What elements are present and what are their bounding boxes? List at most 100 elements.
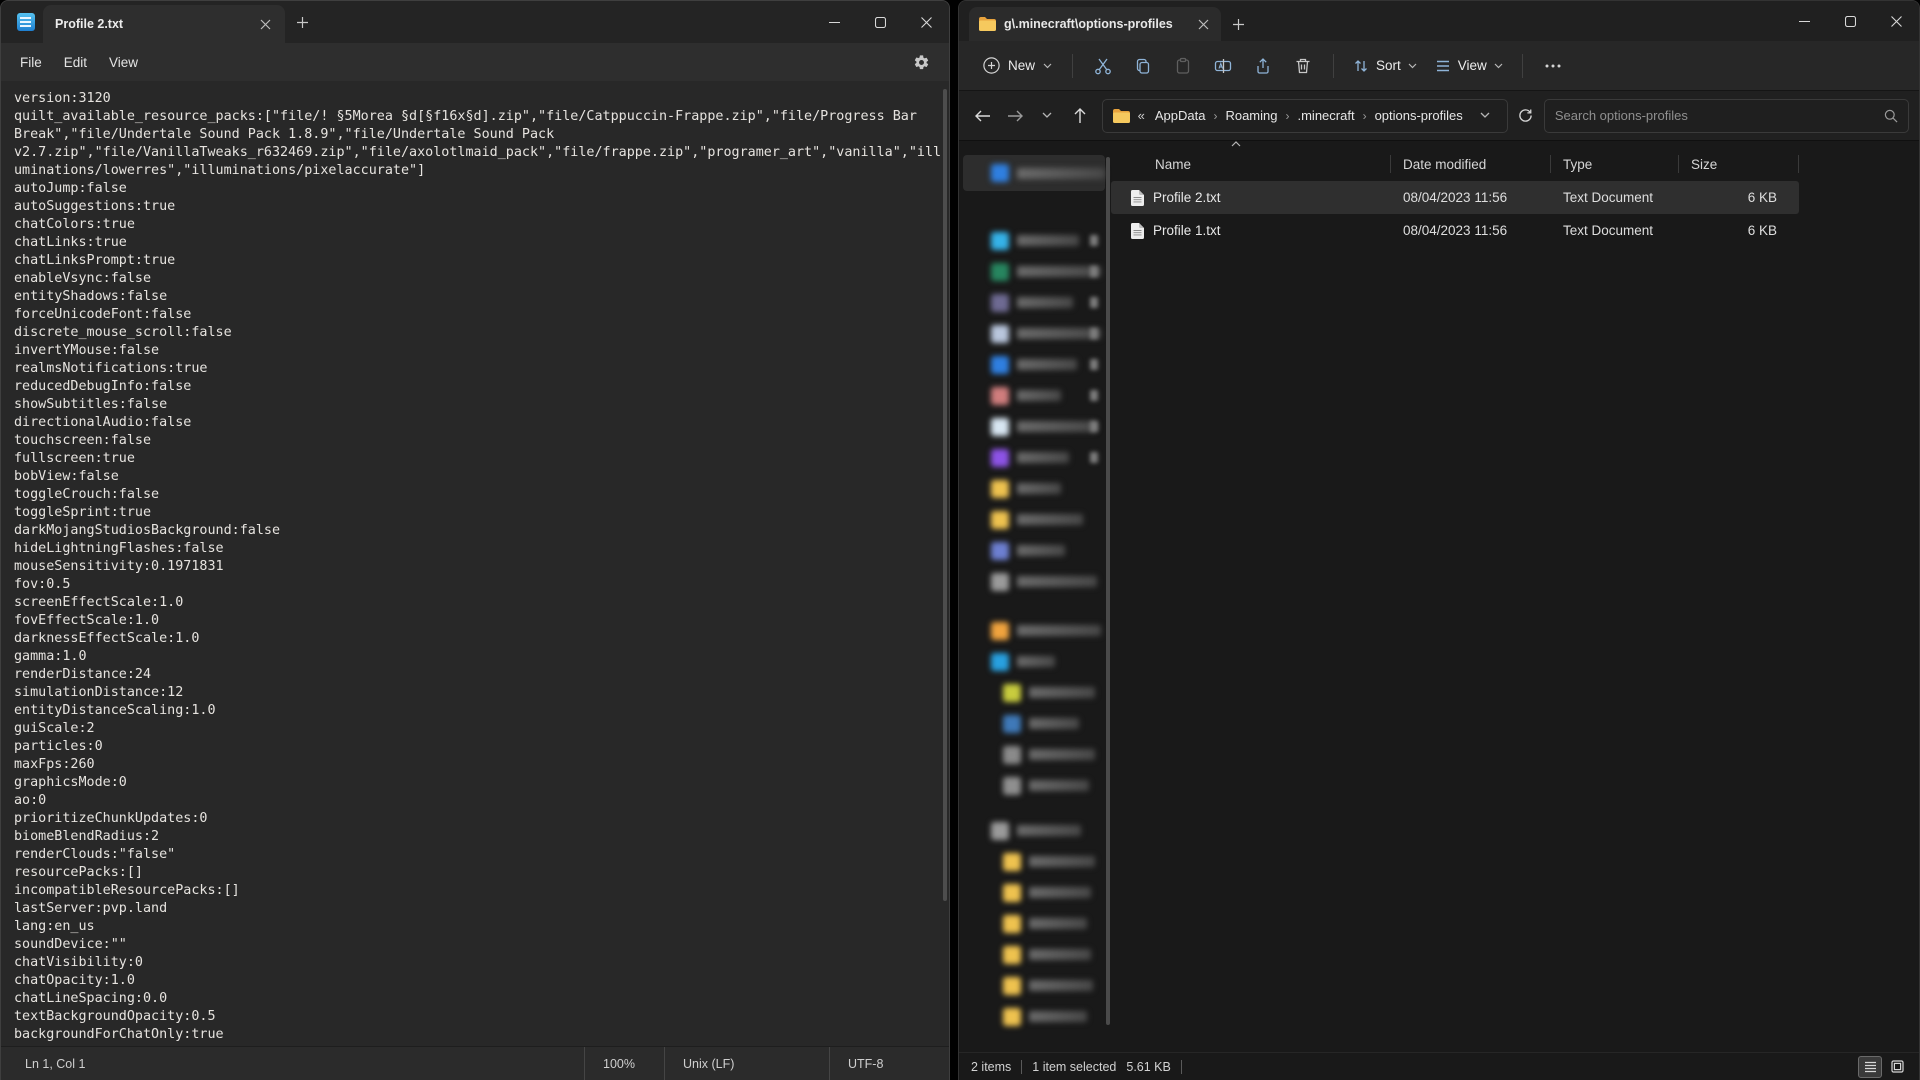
line-ending[interactable]: Unix (LF) bbox=[664, 1047, 829, 1080]
file-name: Profile 2.txt bbox=[1153, 190, 1221, 205]
sidebar-item[interactable] bbox=[959, 225, 1111, 256]
more-options-button[interactable] bbox=[1533, 48, 1573, 84]
sidebar-item-label-redacted bbox=[1017, 825, 1081, 836]
minimize-button[interactable] bbox=[1781, 1, 1827, 41]
minimize-button[interactable] bbox=[811, 1, 857, 43]
menu-view[interactable]: View bbox=[98, 49, 149, 76]
sidebar-item[interactable] bbox=[959, 504, 1111, 535]
sidebar-item[interactable] bbox=[959, 1001, 1111, 1032]
search-input[interactable] bbox=[1555, 108, 1884, 123]
sidebar-item[interactable] bbox=[959, 411, 1111, 442]
maximize-button[interactable] bbox=[857, 1, 903, 43]
sidebar-item-icon bbox=[1003, 715, 1021, 733]
up-button[interactable] bbox=[1065, 100, 1093, 132]
zoom-level[interactable]: 100% bbox=[584, 1047, 664, 1080]
sidebar-item[interactable] bbox=[959, 566, 1111, 597]
sidebar-item-icon bbox=[991, 164, 1009, 182]
column-header-name[interactable]: Name bbox=[1111, 153, 1391, 175]
breadcrumb-separator-icon: › bbox=[1283, 109, 1291, 123]
sidebar-item-label-redacted bbox=[1029, 780, 1089, 791]
sidebar-item-icon bbox=[991, 653, 1009, 671]
paste-button[interactable] bbox=[1163, 48, 1203, 84]
delete-button[interactable] bbox=[1283, 48, 1323, 84]
sidebar-item[interactable] bbox=[959, 846, 1111, 877]
view-button[interactable]: View bbox=[1426, 51, 1512, 81]
sidebar-item-icon bbox=[1003, 946, 1021, 964]
sidebar-item[interactable] bbox=[959, 815, 1111, 846]
sidebar-item-icon bbox=[1003, 777, 1021, 795]
large-icons-view-button[interactable] bbox=[1885, 1056, 1909, 1078]
sidebar-item[interactable] bbox=[959, 677, 1111, 708]
sidebar-item-label-redacted bbox=[1029, 887, 1091, 898]
back-button[interactable] bbox=[969, 100, 997, 132]
sidebar-item[interactable] bbox=[959, 287, 1111, 318]
details-view-button[interactable] bbox=[1858, 1056, 1882, 1078]
maximize-button[interactable] bbox=[1827, 1, 1873, 41]
sidebar-item[interactable] bbox=[959, 473, 1111, 504]
tab-close-icon[interactable] bbox=[253, 12, 277, 36]
sidebar-item[interactable] bbox=[959, 256, 1111, 287]
sort-direction-icon bbox=[1231, 141, 1241, 147]
tab-close-icon[interactable] bbox=[1191, 12, 1215, 36]
copy-button[interactable] bbox=[1123, 48, 1163, 84]
forward-button[interactable] bbox=[1001, 100, 1029, 132]
sidebar-item-label-redacted bbox=[1029, 718, 1079, 729]
sidebar-item[interactable] bbox=[959, 708, 1111, 739]
encoding[interactable]: UTF-8 bbox=[829, 1047, 949, 1080]
close-button[interactable] bbox=[1873, 1, 1919, 41]
search-box[interactable] bbox=[1544, 99, 1909, 133]
menu-edit[interactable]: Edit bbox=[53, 49, 98, 76]
breadcrumb-item[interactable]: options-profiles bbox=[1369, 105, 1469, 126]
settings-gear-icon[interactable] bbox=[905, 46, 937, 78]
column-header-type[interactable]: Type bbox=[1551, 153, 1679, 175]
breadcrumb-item[interactable]: .minecraft bbox=[1291, 105, 1360, 126]
sidebar-item[interactable] bbox=[959, 770, 1111, 801]
file-row[interactable]: Profile 2.txt08/04/2023 11:56Text Docume… bbox=[1111, 181, 1799, 214]
file-date-modified: 08/04/2023 11:56 bbox=[1391, 190, 1551, 205]
explorer-tab[interactable]: g\.minecraft\options-profiles bbox=[969, 7, 1221, 41]
notepad-statusbar: Ln 1, Col 1 100% Unix (LF) UTF-8 bbox=[1, 1046, 949, 1080]
sidebar-item[interactable] bbox=[959, 442, 1111, 473]
new-button[interactable]: New bbox=[973, 50, 1062, 81]
file-pane: NameDate modifiedType Size Profile 2.txt 0… bbox=[1111, 141, 1919, 1052]
new-tab-button[interactable] bbox=[285, 1, 319, 43]
column-header-label: Size bbox=[1691, 157, 1717, 172]
sidebar-scrollbar[interactable] bbox=[1106, 157, 1110, 1025]
sidebar-item[interactable] bbox=[959, 739, 1111, 770]
sidebar-item[interactable] bbox=[959, 535, 1111, 566]
address-field[interactable]: « AppData›Roaming›.minecraft›options-pro… bbox=[1102, 99, 1508, 133]
editor-scrollbar[interactable] bbox=[943, 89, 947, 901]
close-button[interactable] bbox=[903, 1, 949, 43]
refresh-button[interactable] bbox=[1512, 100, 1540, 132]
file-row[interactable]: Profile 1.txt08/04/2023 11:56Text Docume… bbox=[1111, 214, 1799, 247]
rename-button[interactable] bbox=[1203, 48, 1243, 84]
sidebar-item[interactable] bbox=[959, 380, 1111, 411]
sidebar-item[interactable] bbox=[959, 908, 1111, 939]
column-header-size[interactable]: Size bbox=[1679, 153, 1799, 175]
new-tab-button[interactable] bbox=[1221, 7, 1255, 41]
sidebar-item[interactable] bbox=[959, 318, 1111, 349]
breadcrumb-overflow-icon[interactable]: « bbox=[1138, 108, 1145, 123]
sidebar-item[interactable] bbox=[959, 970, 1111, 1001]
sidebar-item[interactable] bbox=[959, 646, 1111, 677]
menu-file[interactable]: File bbox=[9, 49, 53, 76]
notepad-tab[interactable]: Profile 2.txt bbox=[43, 5, 285, 43]
file-type: Text Document bbox=[1551, 223, 1679, 238]
sidebar-item-label-redacted bbox=[1029, 949, 1091, 960]
recent-locations-button[interactable] bbox=[1033, 100, 1061, 132]
editor-area[interactable]: version:3120 quilt_available_resource_pa… bbox=[1, 81, 949, 1046]
file-size: 6 KB bbox=[1679, 190, 1799, 205]
column-header-date-modified[interactable]: Date modified bbox=[1391, 153, 1551, 175]
sidebar-item[interactable] bbox=[959, 877, 1111, 908]
breadcrumb-item[interactable]: Roaming bbox=[1219, 105, 1283, 126]
breadcrumb-item[interactable]: AppData bbox=[1149, 105, 1212, 126]
sidebar-item[interactable] bbox=[959, 349, 1111, 380]
sidebar-item[interactable] bbox=[963, 155, 1105, 191]
address-dropdown-icon[interactable] bbox=[1469, 100, 1501, 132]
notepad-menubar: File Edit View bbox=[1, 43, 949, 81]
share-button[interactable] bbox=[1243, 48, 1283, 84]
cut-button[interactable] bbox=[1083, 48, 1123, 84]
sidebar-item[interactable] bbox=[959, 939, 1111, 970]
sort-button[interactable]: Sort bbox=[1344, 51, 1426, 81]
sidebar-item[interactable] bbox=[959, 615, 1111, 646]
